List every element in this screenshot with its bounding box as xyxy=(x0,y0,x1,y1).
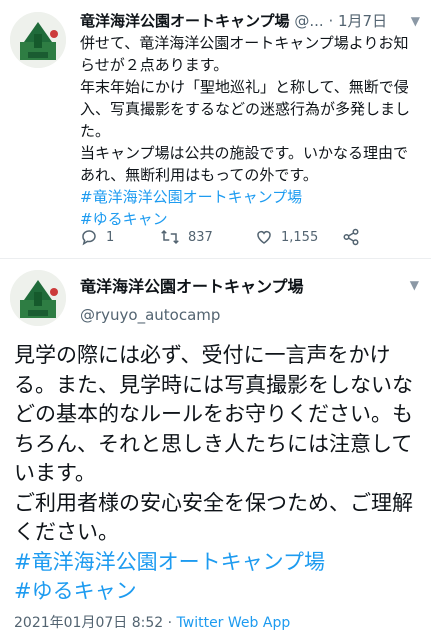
heart-icon xyxy=(257,230,271,244)
reply-count: 1 xyxy=(106,229,115,245)
hashtag-link[interactable]: #ゆるキャン xyxy=(14,579,137,603)
separator-dot: · xyxy=(167,615,173,631)
tweet-line: 当キャンプ場は公共の施設です。いかなる理由であれ、無断利用はもっての外です。 xyxy=(80,144,409,184)
tweet-date[interactable]: 1月7日 xyxy=(338,12,387,30)
reply-icon xyxy=(82,230,96,246)
tweet-text: 見学の際には必ず、受付に一言声をかける。また、見学時には写真撮影をしないなどの基… xyxy=(14,341,424,607)
retweet-button[interactable]: 837 xyxy=(160,228,213,246)
separator-dot: · xyxy=(328,12,334,30)
tweet-divider xyxy=(0,258,431,259)
chevron-down-icon[interactable]: ▼ xyxy=(411,10,420,32)
tweet-line: 年末年始にかけ「聖地巡礼」と称して、無断で侵入、写真撮影をするなどの迷惑行為が多… xyxy=(80,78,411,140)
avatar[interactable] xyxy=(10,12,66,68)
retweet-count: 837 xyxy=(188,229,213,245)
hashtag-link[interactable]: #ゆるキャン xyxy=(80,210,168,228)
display-name[interactable]: 竜洋海洋公園オートキャンプ場 xyxy=(80,276,304,298)
like-count: 1,155 xyxy=(281,229,319,245)
chevron-down-icon[interactable]: ▼ xyxy=(410,278,419,292)
timestamp[interactable]: 2021年01月07日 8:52 xyxy=(14,615,163,631)
tweet-text: 併せて、竜洋海洋公園オートキャンプ場よりお知らせが２点あります。 年末年始にかけ… xyxy=(80,32,420,230)
share-icon xyxy=(343,228,359,246)
handle[interactable]: @ryuyo_autocamp xyxy=(80,304,220,326)
tweet-line: 見学の際には必ず、受付に一言声をかける。また、見学時には写真撮影をしないなどの基… xyxy=(14,343,413,485)
hashtag-link[interactable]: #竜洋海洋公園オートキャンプ場 xyxy=(80,188,302,206)
tweet-actions: 1 837 1,155 xyxy=(80,228,380,250)
reply-button[interactable]: 1 xyxy=(80,228,114,246)
display-name[interactable]: 竜洋海洋公園オートキャンプ場 xyxy=(80,12,290,30)
tweet-line: ご利用者様の安心安全を保つため、ご理解ください。 xyxy=(14,490,413,545)
avatar-image xyxy=(10,270,66,326)
tweet-header: 竜洋海洋公園オートキャンプ場 @... · 1月7日 ▼ xyxy=(80,10,420,32)
tweet-meta: 2021年01月07日 8:52 · Twitter Web App xyxy=(14,612,290,632)
tweet-line: 併せて、竜洋海洋公園オートキャンプ場よりお知らせが２点あります。 xyxy=(80,34,409,74)
share-button[interactable] xyxy=(342,228,360,246)
source-link[interactable]: Twitter Web App xyxy=(177,615,291,631)
like-button[interactable]: 1,155 xyxy=(255,228,318,246)
retweet-icon xyxy=(161,229,179,245)
avatar[interactable] xyxy=(10,270,66,326)
avatar-image xyxy=(10,12,66,68)
handle[interactable]: @... xyxy=(294,12,323,30)
hashtag-link[interactable]: #竜洋海洋公園オートキャンプ場 xyxy=(14,550,325,574)
